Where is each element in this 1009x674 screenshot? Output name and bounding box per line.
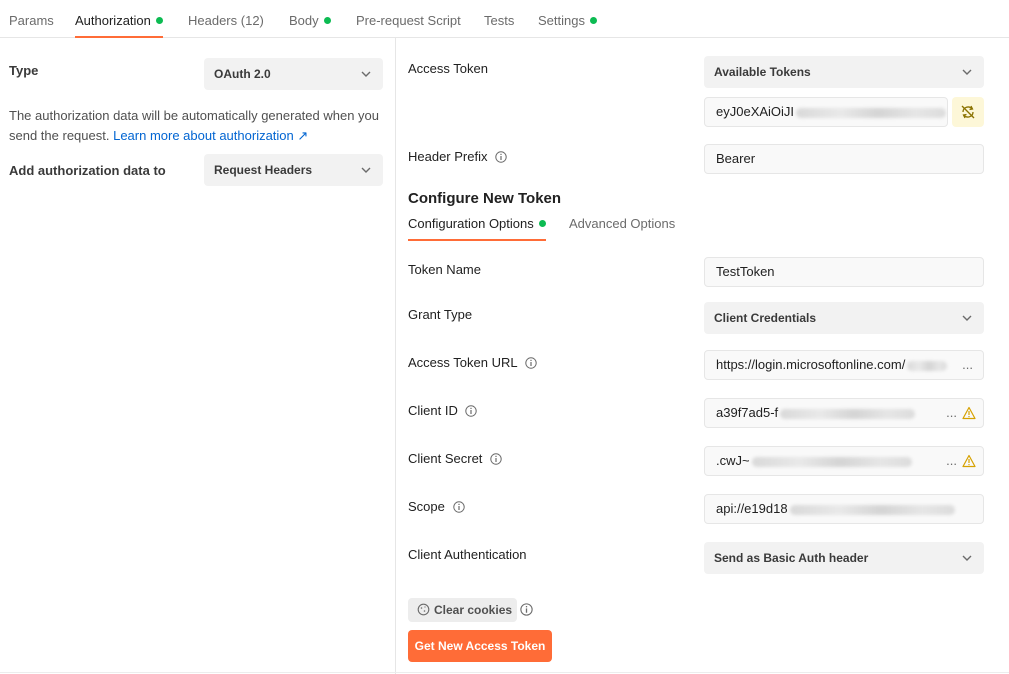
clear-cookies-label: Clear cookies — [434, 603, 513, 617]
tab-advanced-options[interactable]: Advanced Options — [569, 216, 675, 241]
add-to-value: Request Headers — [214, 163, 313, 177]
auth-type-value: OAuth 2.0 — [214, 67, 271, 81]
cookie-icon — [417, 603, 430, 616]
tab-body[interactable]: Body — [289, 13, 331, 38]
warning-icon[interactable] — [962, 454, 976, 468]
redacted-value — [907, 360, 948, 371]
chevron-down-icon — [962, 315, 972, 321]
tab-configuration-options[interactable]: Configuration Options — [408, 216, 546, 241]
tab-label: Tests — [484, 13, 515, 28]
info-icon[interactable] — [452, 501, 465, 513]
token-name-input[interactable]: TestToken — [704, 257, 984, 287]
access-token-field[interactable]: eyJ0eXAiOiJI — [704, 97, 948, 127]
status-dot — [538, 220, 546, 227]
warning-icon[interactable] — [962, 406, 976, 420]
status-dot — [589, 17, 597, 24]
token-text: eyJ0eXAiOiJI — [716, 104, 795, 119]
add-to-select[interactable]: Request Headers — [204, 154, 383, 186]
auth-description: The authorization data will be automatic… — [9, 106, 389, 146]
request-tabs: Params Authorization Headers (12) Body P… — [0, 0, 1009, 38]
header-prefix-input[interactable]: Bearer — [704, 144, 984, 174]
grant-type-select[interactable]: Client Credentials — [704, 302, 984, 334]
tab-label: Headers — [188, 13, 238, 28]
info-icon[interactable] — [465, 405, 478, 417]
redacted-value — [796, 107, 947, 118]
chevron-down-icon — [361, 71, 371, 77]
available-tokens-select[interactable]: Available Tokens — [704, 56, 984, 88]
client-secret-text: Client Secret — [408, 451, 483, 466]
scope-label: Scope — [408, 499, 465, 514]
client-id-text: Client ID — [408, 403, 458, 418]
ellipsis: ... — [962, 357, 973, 372]
status-dot — [323, 17, 331, 24]
grant-type-label: Grant Type — [408, 307, 473, 322]
add-to-label: Add authorization data to — [9, 163, 166, 178]
tab-count: (12) — [240, 13, 264, 28]
client-id-value: a39f7ad5-f — [716, 405, 779, 420]
token-name-label: Token Name — [408, 262, 481, 277]
subtab-label: Configuration Options — [408, 216, 534, 231]
header-prefix-value: Bearer — [716, 151, 756, 166]
chevron-down-icon — [962, 69, 972, 75]
clear-cookies-button[interactable]: Clear cookies — [408, 598, 517, 622]
tab-tests[interactable]: Tests — [484, 13, 514, 38]
access-token-label: Access Token — [408, 61, 488, 76]
available-tokens-value: Available Tokens — [714, 65, 811, 79]
client-secret-value: .cwJ~ — [716, 453, 750, 468]
tab-label: Params — [9, 13, 54, 28]
chevron-down-icon — [361, 167, 371, 173]
sync-off-icon — [961, 105, 975, 119]
chevron-down-icon — [962, 555, 972, 561]
redacted-value — [789, 504, 955, 515]
scope-value: api://e19d18 — [716, 501, 788, 516]
configure-new-token-title: Configure New Token — [408, 190, 562, 207]
status-dot — [155, 17, 163, 24]
access-token-url-value: https://login.microsoftonline.com/ — [716, 357, 906, 372]
client-authentication-select[interactable]: Send as Basic Auth header — [704, 542, 984, 574]
grant-type-value: Client Credentials — [714, 311, 817, 325]
tab-authorization[interactable]: Authorization — [75, 13, 163, 38]
tab-pre-request-script[interactable]: Pre-request Script — [356, 13, 461, 38]
tab-settings[interactable]: Settings — [538, 13, 597, 38]
panel-divider[interactable] — [395, 38, 396, 674]
client-authentication-label: Client Authentication — [408, 547, 527, 562]
scope-input[interactable]: api://e19d18 — [704, 494, 984, 524]
tab-headers[interactable]: Headers (12) — [188, 13, 264, 38]
token-name-value: TestToken — [716, 264, 775, 279]
ellipsis: ... — [946, 453, 957, 468]
sync-token-button[interactable] — [952, 97, 984, 127]
auth-type-select[interactable]: OAuth 2.0 — [204, 58, 383, 90]
tab-label: Pre-request Script — [356, 13, 461, 28]
subtab-label: Advanced Options — [569, 216, 676, 231]
redacted-value — [751, 456, 912, 467]
header-prefix-text: Header Prefix — [408, 149, 488, 164]
client-id-input[interactable]: a39f7ad5-f ... — [704, 398, 984, 428]
access-token-url-input[interactable]: https://login.microsoftonline.com/ ... — [704, 350, 984, 380]
bottom-divider — [0, 672, 1009, 673]
access-token-url-label: Access Token URL — [408, 355, 537, 370]
info-icon[interactable] — [525, 357, 537, 369]
scope-text: Scope — [408, 499, 445, 514]
client-secret-input[interactable]: .cwJ~ ... — [704, 446, 984, 476]
client-id-label: Client ID — [408, 403, 478, 418]
redacted-value — [780, 408, 916, 419]
tab-label: Settings — [538, 13, 585, 28]
ellipsis: ... — [946, 405, 957, 420]
info-icon[interactable] — [490, 453, 502, 465]
client-secret-label: Client Secret — [408, 451, 502, 466]
tab-label: Authorization — [75, 13, 151, 28]
tab-label: Body — [289, 13, 319, 28]
info-icon[interactable] — [495, 151, 507, 163]
header-prefix-label: Header Prefix — [408, 149, 507, 164]
tab-params[interactable]: Params — [9, 13, 54, 38]
get-new-access-token-button[interactable]: Get New Access Token — [408, 630, 552, 662]
access-token-url-text: Access Token URL — [408, 355, 518, 370]
client-authentication-value: Send as Basic Auth header — [714, 551, 869, 565]
learn-more-link[interactable]: Learn more about authorization ↗ — [113, 128, 308, 143]
type-label: Type — [9, 63, 39, 78]
info-icon[interactable] — [520, 603, 533, 616]
